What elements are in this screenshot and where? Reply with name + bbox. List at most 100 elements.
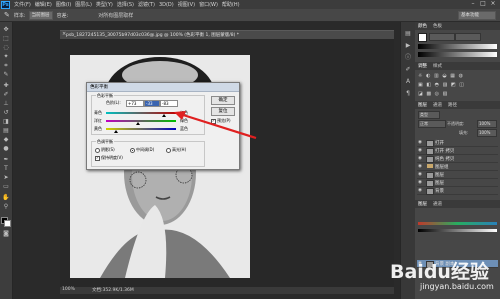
visibility-eye-icon[interactable]: ◉	[418, 188, 422, 193]
magenta-green-slider[interactable]	[106, 120, 176, 122]
color-gradient-bar[interactable]	[418, 222, 497, 225]
yellow-blue-thumb[interactable]	[114, 130, 118, 133]
gradient-tool-icon[interactable]: ▤	[2, 127, 10, 134]
menu-type[interactable]: 类型(Y)	[96, 1, 113, 8]
visibility-eye-icon[interactable]: ◉	[418, 148, 422, 153]
history-brush-icon[interactable]: ↺	[2, 109, 10, 116]
menu-select[interactable]: 选择(S)	[117, 1, 134, 8]
layer-row[interactable]: ◉ 纯色 拷贝	[417, 155, 498, 163]
healing-tool-icon[interactable]: ✚	[2, 82, 10, 89]
preserve-luminosity-checkbox[interactable]: ✓	[95, 156, 100, 161]
layer-row[interactable]: ◉ 图层组	[417, 163, 498, 171]
quick-select-icon[interactable]: ✦	[2, 53, 10, 60]
menu-filter[interactable]: 滤镜(T)	[138, 1, 155, 8]
tab-adjustments[interactable]: 调整	[418, 63, 427, 69]
menu-view[interactable]: 视图(V)	[178, 1, 195, 8]
visibility-eye-icon[interactable]: ◉	[418, 140, 422, 145]
sample-select[interactable]: 当前图层	[28, 10, 53, 20]
menu-layer[interactable]: 图层(L)	[75, 1, 92, 8]
path-select-icon[interactable]: ➤	[2, 174, 10, 181]
layer-row[interactable]: ◉ 图层	[417, 179, 498, 187]
all-layers-checkbox-label[interactable]: 对所有图层取样	[98, 12, 133, 19]
layer-row[interactable]: ◉ 打开	[417, 139, 498, 147]
adjustment-icons-row3[interactable]: ◪ ▩ ◎ ▧	[418, 91, 497, 97]
color-field-r[interactable]	[429, 33, 455, 41]
quick-mask-icon[interactable]: ◙	[2, 230, 10, 237]
tab-channels[interactable]: 通道	[433, 102, 442, 108]
radio-midtones[interactable]	[130, 148, 135, 153]
visibility-eye-icon[interactable]: ◉	[418, 180, 422, 185]
magenta-green-thumb[interactable]	[136, 122, 140, 125]
eraser-tool-icon[interactable]: ◨	[2, 118, 10, 125]
color-ramp[interactable]	[418, 44, 497, 49]
level-cyan-red-input[interactable]: +73	[126, 100, 144, 107]
history-panel-icon[interactable]: ▤	[404, 30, 412, 38]
tab-layers[interactable]: 图层	[418, 102, 427, 108]
tab-channels-2[interactable]: 通道	[433, 201, 442, 207]
menu-3d[interactable]: 3D(D)	[159, 2, 174, 8]
menu-file[interactable]: 文件(F)	[14, 1, 31, 8]
close-icon[interactable]: ×	[490, 1, 496, 7]
menu-image[interactable]: 图像(I)	[56, 1, 71, 8]
level-yellow-blue-input[interactable]: -83	[160, 100, 178, 107]
move-tool-icon[interactable]: ✥	[2, 26, 10, 33]
layer-row[interactable]: ◉ 背景	[417, 187, 498, 195]
actions-panel-icon[interactable]: ▶	[404, 42, 412, 50]
visibility-eye-icon[interactable]: ◉	[418, 172, 422, 177]
tab-styles[interactable]: 样式	[433, 63, 442, 69]
color-field-g[interactable]	[455, 33, 481, 41]
background-color-swatch[interactable]	[4, 220, 11, 227]
document-tab[interactable]: × psb_1827245135_30075b97d03c036@.jpg @ …	[60, 30, 394, 39]
zoom-tool-icon[interactable]: ⚲	[2, 203, 10, 210]
character-panel-icon[interactable]: A	[404, 78, 412, 86]
color-foreground-swatch[interactable]	[418, 33, 427, 42]
radio-shadows[interactable]	[95, 148, 100, 153]
type-tool-icon[interactable]: T	[2, 165, 10, 172]
tab-paths[interactable]: 路径	[448, 102, 457, 108]
maximize-icon[interactable]: □	[480, 1, 486, 7]
adjustment-icons-row2[interactable]: ▣ ◧ ◓ ▨ ◩ ◫	[418, 82, 497, 88]
menu-window[interactable]: 窗口(W)	[199, 1, 218, 8]
eyedropper-tool-icon[interactable]: ✎	[2, 71, 10, 78]
visibility-eye-icon[interactable]: ◉	[418, 156, 422, 161]
menu-edit[interactable]: 编辑(E)	[35, 1, 52, 8]
radio-highlights[interactable]	[166, 148, 171, 153]
tab-color[interactable]: 颜色	[418, 23, 427, 29]
tab-layers-2[interactable]: 图层	[418, 201, 427, 207]
opacity-field[interactable]: 100%	[477, 120, 497, 128]
lasso-tool-icon[interactable]: ◌	[2, 44, 10, 51]
info-panel-icon[interactable]: ⓘ	[404, 54, 412, 62]
shape-tool-icon[interactable]: ▭	[2, 183, 10, 190]
hand-tool-icon[interactable]: ✋	[2, 194, 10, 201]
eyedropper-icon[interactable]: ✎	[4, 11, 10, 19]
label-shadows[interactable]: 阴影(S)	[101, 147, 115, 153]
layer-row[interactable]: ◉ 打开 拷贝	[417, 147, 498, 155]
brush-panel-icon[interactable]: ✐	[404, 66, 412, 74]
zoom-level[interactable]: 100%	[62, 287, 75, 292]
paragraph-panel-icon[interactable]: ¶	[404, 90, 412, 98]
tab-swatches[interactable]: 色板	[433, 23, 442, 29]
pen-tool-icon[interactable]: ✒	[2, 156, 10, 163]
preserve-luminosity-label[interactable]: 保持明度(V)	[101, 155, 123, 161]
dialog-close-icon[interactable]: ×	[90, 84, 96, 89]
layer-row[interactable]: ◉ 图层	[417, 171, 498, 179]
workspace-select[interactable]: 基本功能	[458, 10, 496, 20]
adjustment-icons-row1[interactable]: ☼ ◐ ▥ ◒ ▦ ◍	[418, 73, 497, 79]
blend-mode-select[interactable]: 正常	[418, 120, 446, 128]
color-ramp-2[interactable]	[418, 52, 497, 57]
ok-button[interactable]: 确定	[211, 96, 235, 105]
gray-gradient-bar[interactable]	[418, 229, 497, 232]
blur-tool-icon[interactable]: ◆	[2, 136, 10, 143]
marquee-tool-icon[interactable]: ⬚	[2, 35, 10, 42]
layer-filter-kind[interactable]: 类型	[418, 111, 440, 119]
dialog-titlebar[interactable]: 色彩平衡 ×	[87, 83, 239, 92]
level-magenta-green-input[interactable]: -33	[144, 100, 160, 107]
stamp-tool-icon[interactable]: ⊥	[2, 100, 10, 107]
dodge-tool-icon[interactable]: ●	[2, 145, 10, 152]
minimize-icon[interactable]: –	[470, 1, 476, 7]
menu-help[interactable]: 帮助(H)	[222, 1, 240, 8]
cyan-red-thumb[interactable]	[162, 114, 166, 117]
visibility-eye-icon[interactable]: ◉	[418, 164, 422, 169]
crop-tool-icon[interactable]: ⌗	[2, 62, 10, 69]
fill-field[interactable]: 100%	[477, 129, 497, 137]
